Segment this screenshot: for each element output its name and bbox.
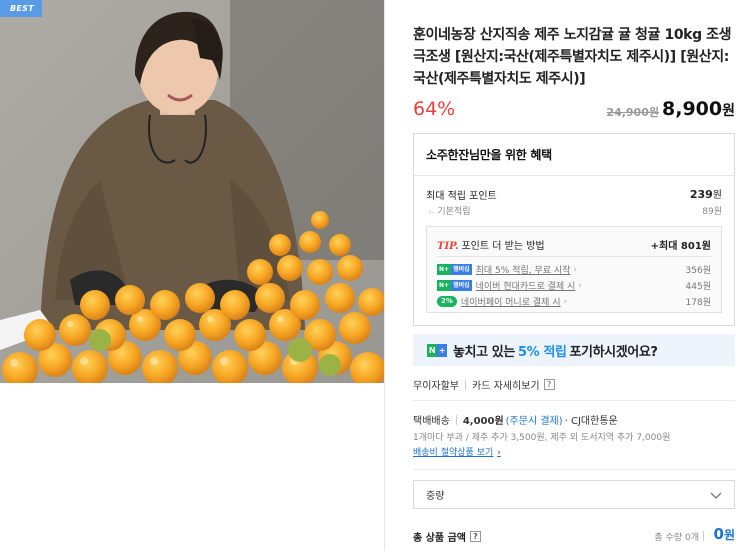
tip-row-naverpay-money[interactable]: 2% 네이버페이 머니로 결제 시 › — [437, 295, 567, 308]
shipping-saving-link[interactable]: 배송비 절약상품 보기 › — [413, 445, 501, 458]
installment-label: 무이자할부 — [413, 381, 459, 392]
shipping-row: 택배배송 4,000원 (주문시 결제) · CJ대한통운 — [413, 412, 618, 427]
total-amount: 0원 — [713, 525, 735, 543]
tip-box: TIP. 포인트 더 받는 방법 +최대 801원 N+ 멤버십 최대 5% 적립,… — [426, 226, 722, 313]
section-divider — [413, 400, 735, 401]
tip-max-value: +최대 801원 — [650, 241, 711, 252]
naver-plus-membership-icon: N+ 멤버십 — [437, 264, 472, 275]
section-divider — [413, 469, 735, 470]
product-title: 훈이네농장 산지직송 제주 노지감귤 귤 청귤 10kg 조생 극조생 [원산지… — [413, 27, 732, 87]
best-badge: BEST — [0, 0, 42, 17]
sale-price: 8,900원 — [662, 98, 735, 120]
discount-rate: 64% — [413, 98, 456, 120]
naver-plus-icon: N + — [427, 343, 447, 357]
installment-row: 무이자할부 카드 자세히보기 ? — [413, 377, 555, 392]
promo-highlight: 5% 적립 — [517, 344, 567, 360]
option-select-weight[interactable]: 중량 — [413, 480, 735, 509]
option-select-value: 중량 — [426, 491, 445, 502]
chevron-right-icon: › — [497, 448, 501, 458]
tip-row-text[interactable]: 네이버페이 머니로 결제 시 — [461, 295, 561, 308]
divider — [455, 414, 457, 425]
base-points-label: 기본적립 — [428, 204, 470, 217]
tip-row-amount: 356원 — [685, 266, 711, 276]
product-photo-illustration — [0, 0, 384, 383]
chevron-right-icon: › — [573, 264, 578, 275]
tip-title: TIP. 포인트 더 받는 방법 — [437, 241, 545, 252]
tip-row-amount: 445원 — [685, 282, 711, 292]
shipping-carrier: · CJ대한통운 — [564, 416, 618, 427]
naverpay-2percent-icon: 2% — [437, 296, 457, 307]
divider — [703, 531, 704, 541]
max-points-label: 최대 적립 포인트 — [426, 191, 497, 202]
shipping-fee: 4,000원 — [462, 416, 504, 427]
tip-row-amount: 178원 — [685, 298, 711, 308]
chevron-right-icon: › — [578, 280, 582, 291]
chevron-down-icon — [710, 492, 722, 499]
card-details-link[interactable]: 카드 자세히보기 — [472, 377, 540, 392]
benefit-divider — [414, 175, 734, 176]
shipping-label: 택배배송 — [413, 416, 450, 427]
help-icon[interactable]: ? — [469, 531, 481, 542]
total-quantity: 총 수량 0개 — [654, 533, 699, 543]
max-points-value: 239원 — [689, 188, 722, 201]
total-label: 총 상품 금액 ? — [413, 529, 481, 544]
help-icon[interactable]: ? — [543, 379, 555, 390]
tip-row-text[interactable]: 최대 5% 적립, 무료 시작 — [476, 263, 571, 276]
membership-promo-banner[interactable]: N + 놓치고 있는 5% 적립 포기하시겠어요? — [413, 334, 735, 366]
benefit-title: 소주한잔님만을 위한 혜택 — [426, 148, 552, 162]
base-points-value: 89원 — [702, 207, 722, 217]
chevron-right-icon: › — [563, 296, 568, 307]
naver-plus-membership-icon: N+ 멤버십 — [437, 280, 472, 291]
benefit-box: 소주한잔님만을 위한 혜택 최대 적립 포인트 239원 기본적립 89원 TI… — [413, 133, 735, 326]
tip-divider — [437, 256, 711, 257]
product-image[interactable]: BEST — [0, 0, 384, 383]
divider — [465, 379, 466, 390]
tip-row-text[interactable]: 네이버 현대카드로 결제 시 — [476, 279, 576, 292]
tip-row-membership[interactable]: N+ 멤버십 최대 5% 적립, 무료 시작 › — [437, 263, 577, 276]
promo-text-post: 포기하시겠어요? — [569, 344, 658, 360]
column-divider — [384, 0, 385, 551]
shipping-fee-note: (주문시 결제) — [505, 416, 563, 427]
tip-row-hyundai-card[interactable]: N+ 멤버십 네이버 현대카드로 결제 시 › — [437, 279, 582, 292]
original-price: 24,900원 — [606, 106, 659, 119]
promo-text-pre: 놓치고 있는 — [453, 344, 515, 360]
shipping-extra-info: 1개마다 부과 / 제주 추가 3,500원, 제주 외 도서지역 추가 7,0… — [413, 433, 671, 443]
